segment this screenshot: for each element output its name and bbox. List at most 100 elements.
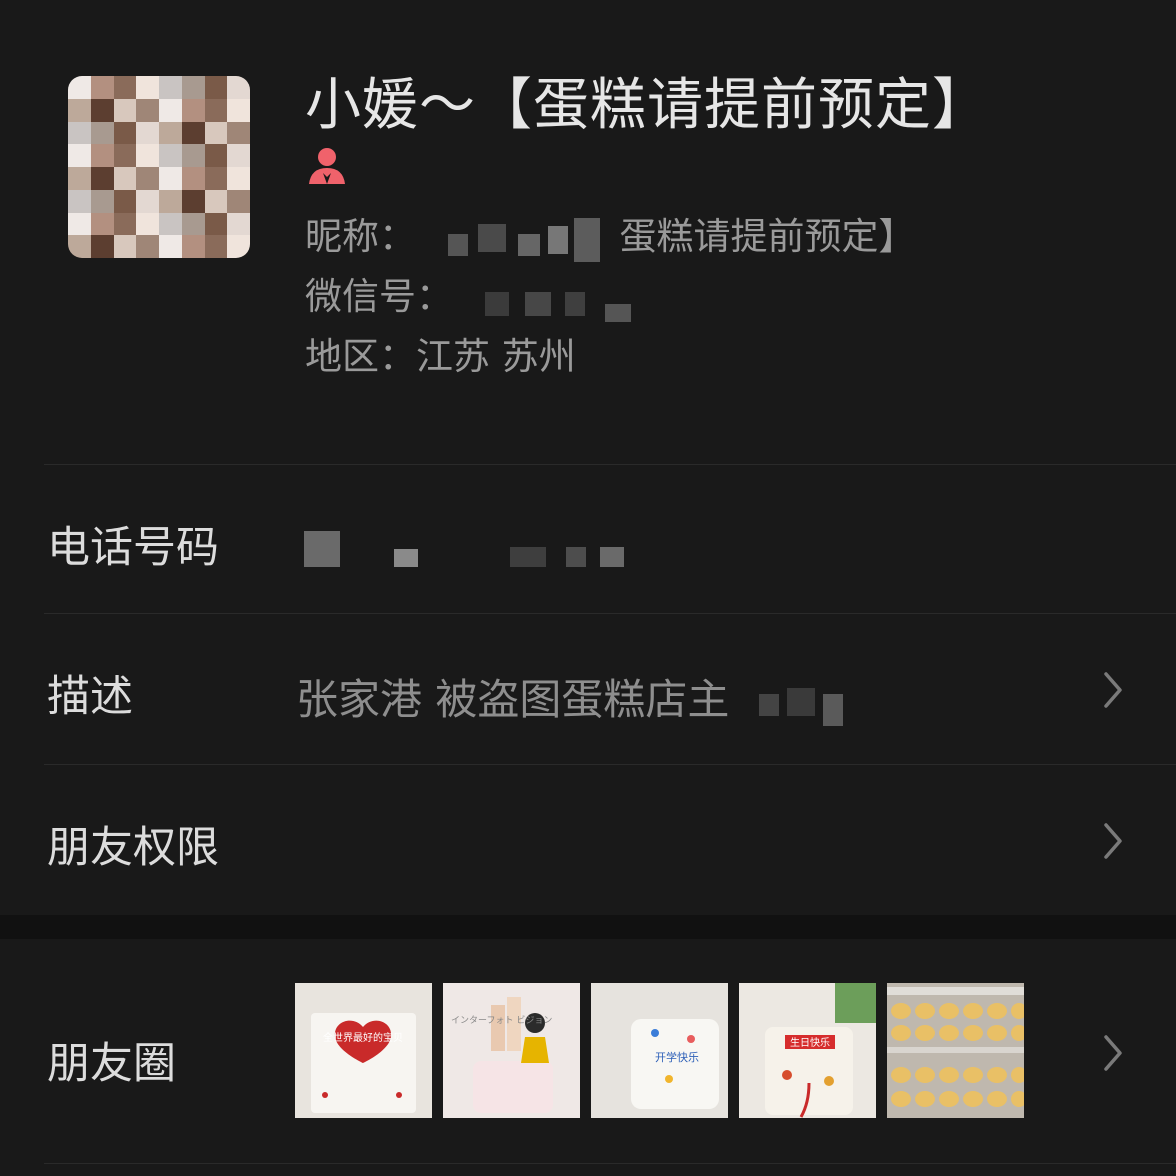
avatar-pixel [181,235,205,258]
avatar-pixel [113,144,137,167]
avatar-pixel [68,144,91,167]
thumbnail-caption: 生日快乐 [790,1036,830,1049]
avatar-pixel [227,167,250,190]
wechat-id-line: 微信号： [305,266,651,324]
avatar-pixel [227,189,250,213]
avatar-pixel [136,235,159,258]
chevron-right-icon[interactable] [1100,670,1126,710]
avatar-pixel [136,121,159,145]
avatar-pixel [181,189,205,213]
thumbnail-caption: 开学快乐 [655,1050,699,1064]
avatar-pixel [204,235,228,258]
avatar-pixel [68,121,91,145]
region-line: 地区：江苏 苏州 [305,326,576,380]
chevron-right-icon[interactable] [1100,821,1126,861]
thumbnail-caption: インターフォト ビジョン [451,1015,552,1026]
avatar-pixel [181,76,205,99]
description-row[interactable]: 描述 张家港 被盗图蛋糕店主 [0,614,1176,764]
avatar-pixel [227,76,250,99]
avatar-pixel [136,144,159,167]
cake-red-heart-thumbnail[interactable]: 全世界最好的宝贝 [295,983,432,1118]
avatar-pixel [159,144,182,167]
avatar-pixel [90,144,114,167]
avatar-pixel [159,98,182,122]
description-value: 张家港 被盗图蛋糕店主 [296,666,853,728]
avatar-pixel [113,212,137,236]
avatar-pixel [68,167,91,190]
phone-blurred[interactable] [300,525,630,575]
nickname-value: 蛋糕请提前预定】 [619,215,916,258]
avatar-pixel [204,98,228,122]
avatar-pixel [68,189,91,213]
nickname-label: 昵称： [305,215,416,258]
moments-row[interactable]: 朋友圈 全世界最好的宝贝 インターフォト ビジョン 开学快乐 生日快乐 [0,939,1176,1176]
avatar-pixel [90,167,114,190]
permissions-label: 朋友权限 [47,823,219,873]
avatar-pixel [113,167,137,190]
chevron-right-icon[interactable] [1100,1033,1126,1073]
wechat-id-label: 微信号： [305,275,453,318]
avatar-pixel [181,121,205,145]
description-blurred [743,678,853,728]
avatar-pixel [113,98,137,122]
phone-label: 电话号码 [47,523,219,573]
avatar-pixel [159,167,182,190]
profile-name: 小媛～【蛋糕请提前预定】 [305,73,989,138]
avatar-pixel [136,189,159,213]
avatar-pixel [227,121,250,145]
avatar-pixel [204,212,228,236]
avatar-pixel [181,212,205,236]
avatar-pixel [181,98,205,122]
female-icon [309,148,345,184]
avatar-pixel [90,98,114,122]
avatar[interactable] [68,76,250,258]
avatar-pixel [204,144,228,167]
avatar-pixel [90,212,114,236]
phone-row[interactable]: 电话号码 [0,465,1176,613]
avatar-pixel [90,235,114,258]
nickname-line: 昵称： 蛋糕请提前预定】 [305,206,916,264]
profile-header: 小媛～【蛋糕请提前预定】 昵称： 蛋糕请提前预定】 微信号： 地区：江苏 苏州 [0,0,1176,464]
avatar-pixel [136,167,159,190]
buns-tray-thumbnail[interactable] [887,983,1024,1118]
avatar-pixel [136,212,159,236]
cake-birthday-thumbnail[interactable]: 生日快乐 [739,983,876,1118]
nickname-blurred [428,214,614,264]
avatar-pixel [159,76,182,99]
avatar-pixel [181,144,205,167]
avatar-pixel [90,121,114,145]
avatar-pixel [159,189,182,213]
section-gap [0,915,1176,939]
avatar-pixel [204,121,228,145]
avatar-pixel [68,212,91,236]
region-label: 地区： [305,335,416,378]
avatar-pixel [159,121,182,145]
avatar-pixel [136,76,159,99]
avatar-pixel [181,167,205,190]
wechat-id-blurred [465,274,651,324]
avatar-pixel [227,212,250,236]
avatar-pixel [204,76,228,99]
avatar-pixel [68,235,91,258]
avatar-pixel [113,76,137,99]
avatar-pixel [204,167,228,190]
avatar-pixel [227,98,250,122]
avatar-pixel [159,235,182,258]
avatar-pixel [113,235,137,258]
avatar-pixel [68,76,91,99]
avatar-pixel [90,189,114,213]
description-label: 描述 [47,672,133,722]
avatar-pixel [113,121,137,145]
friend-permissions-row[interactable]: 朋友权限 [0,765,1176,915]
avatar-pixel [227,235,250,258]
avatar-pixel [204,189,228,213]
divider [44,1163,1176,1164]
avatar-pixel [68,98,91,122]
thumbnail-caption: 全世界最好的宝贝 [323,1031,403,1044]
avatar-pixel [159,212,182,236]
region-value: 江苏 苏州 [416,335,576,378]
cake-doodle-thumbnail[interactable]: 开学快乐 [591,983,728,1118]
cake-princess-thumbnail[interactable]: インターフォト ビジョン [443,983,580,1118]
moments-label: 朋友圈 [47,1039,176,1089]
avatar-pixel [227,144,250,167]
